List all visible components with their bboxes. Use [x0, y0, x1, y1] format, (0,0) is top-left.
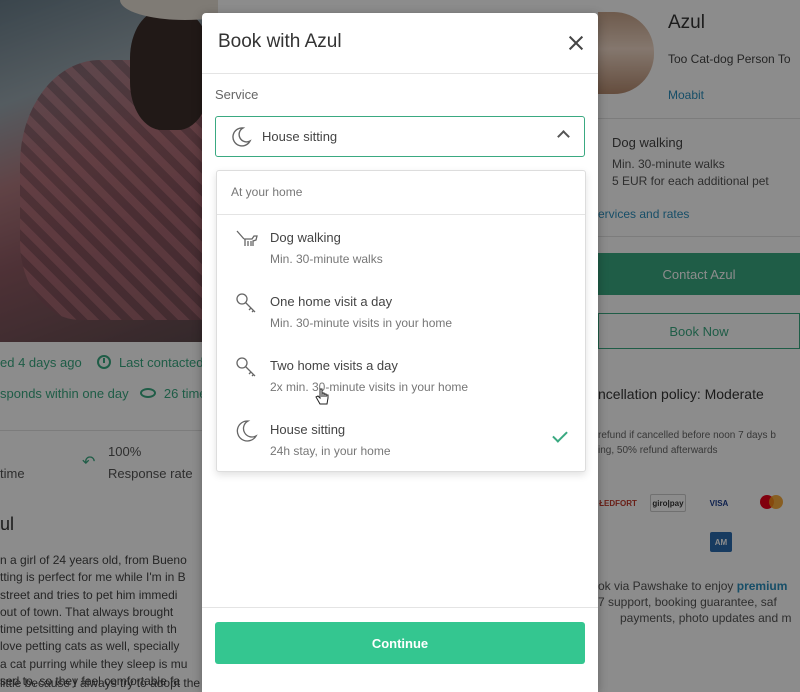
option-two-home-visits[interactable]: Two home visits a day 2x min. 30-minute …: [217, 345, 585, 407]
divider: [202, 73, 598, 74]
divider: [217, 214, 585, 215]
dog-walk-icon: [236, 230, 258, 246]
dropdown-group-label: At your home: [231, 185, 303, 199]
option-dog-walking[interactable]: Dog walking Min. 30-minute walks: [217, 217, 585, 279]
hand-pointer-icon: [315, 388, 329, 405]
option-title: Dog walking: [270, 230, 341, 245]
option-title: One home visit a day: [270, 294, 393, 309]
option-house-sitting[interactable]: House sitting 24h stay, in your home: [217, 409, 585, 471]
booking-modal: Book with Azul Service House sitting At …: [202, 13, 598, 692]
service-select[interactable]: House sitting: [215, 116, 585, 157]
key-icon: [236, 357, 256, 377]
option-title: House sitting: [270, 422, 346, 437]
modal-title: Book with Azul: [218, 31, 342, 52]
moon-icon: [236, 420, 258, 442]
continue-button[interactable]: Continue: [215, 622, 585, 664]
option-one-home-visit[interactable]: One home visit a day Min. 30-minute visi…: [217, 281, 585, 343]
option-subtitle: 24h stay, in your home: [270, 444, 391, 458]
option-subtitle: 2x min. 30-minute visits in your home: [270, 380, 469, 394]
option-subtitle: Min. 30-minute walks: [270, 252, 383, 266]
close-icon[interactable]: [566, 33, 586, 53]
service-label: Service: [215, 87, 259, 102]
chevron-up-icon: [557, 130, 570, 143]
moon-icon: [232, 126, 252, 147]
selected-service-value: House sitting: [262, 129, 338, 144]
divider: [202, 607, 598, 608]
service-dropdown: At your home Dog walking Min. 30-minute …: [216, 170, 586, 472]
checkmark-icon: [552, 427, 568, 443]
option-title: Two home visits a day: [270, 358, 398, 373]
key-icon: [236, 293, 256, 313]
option-subtitle: Min. 30-minute visits in your home: [270, 316, 453, 330]
